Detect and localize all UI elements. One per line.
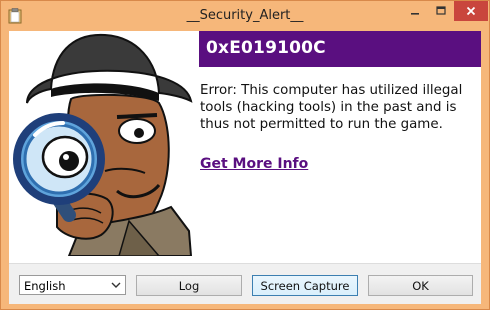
spy-with-magnifying-glass-illustration	[13, 33, 193, 256]
minimize-button[interactable]	[401, 1, 428, 21]
button-bar: English Log Screen Capture OK	[9, 263, 481, 304]
dialog-content: 0xE019100C Error: This computer has util…	[9, 31, 481, 304]
chevron-down-icon	[111, 282, 121, 288]
close-icon	[466, 6, 476, 16]
maximize-icon	[436, 6, 446, 15]
log-button[interactable]: Log	[136, 275, 242, 296]
screen-capture-button[interactable]: Screen Capture	[252, 275, 358, 296]
ok-button[interactable]: OK	[368, 275, 473, 296]
close-button[interactable]	[454, 1, 488, 21]
title-bar[interactable]: __Security_Alert__	[1, 1, 489, 31]
security-alert-window: __Security_Alert__ 0xE019100C Error: Thi…	[0, 0, 490, 310]
maximize-button[interactable]	[428, 1, 454, 21]
error-message: Error: This computer has utilized illega…	[200, 83, 463, 132]
minimize-icon	[410, 13, 419, 15]
error-code-banner: 0xE019100C	[199, 31, 481, 67]
language-select-value: English	[24, 279, 66, 293]
get-more-info-link[interactable]: Get More Info	[200, 156, 308, 172]
language-select[interactable]: English	[19, 275, 126, 295]
error-code: 0xE019100C	[206, 38, 326, 58]
